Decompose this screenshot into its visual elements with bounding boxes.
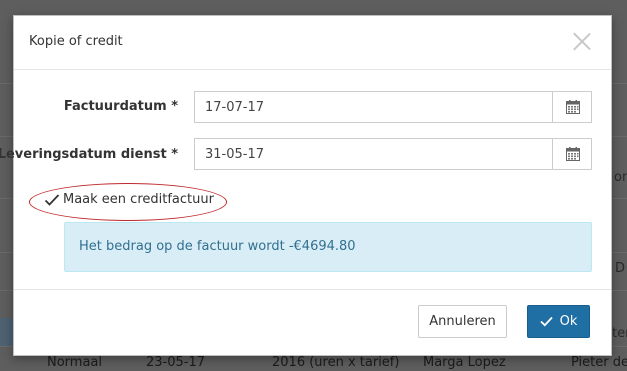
- bg-side-text: on: [614, 170, 627, 185]
- factuurdatum-label: Factuurdatum *: [63, 99, 178, 114]
- checkmark-icon: [44, 194, 60, 206]
- info-message: Het bedrag op de factuur wordt -€4694.80: [79, 239, 356, 254]
- dialog-header: Kopie of credit: [14, 16, 611, 70]
- leveringsdatum-field[interactable]: 31-05-17: [194, 138, 592, 170]
- bg-row-other: Pieter de: [571, 355, 627, 370]
- calendar-icon: [566, 147, 580, 161]
- info-alert: Het bedrag op de factuur wordt -€4694.80: [64, 222, 592, 272]
- checkmark-icon: [539, 316, 553, 327]
- bg-row-description: 2016 (uren x tarief): [272, 355, 400, 370]
- credit-invoice-label[interactable]: Maak een creditfactuur: [63, 192, 214, 207]
- bg-row-type: Normaal: [47, 355, 103, 370]
- ok-button-label: Ok: [559, 314, 578, 329]
- dialog-title: Kopie of credit: [29, 34, 123, 49]
- leveringsdatum-calendar-button[interactable]: [552, 139, 591, 169]
- close-icon[interactable]: [571, 30, 593, 52]
- bg-selected-row-marker: [0, 318, 14, 346]
- bg-row-date: 23-05-17: [146, 355, 206, 370]
- bg-row-person: Marga Lopez: [423, 355, 506, 370]
- bg-side-text: D: [615, 261, 626, 276]
- leveringsdatum-value[interactable]: 31-05-17: [205, 147, 264, 162]
- factuurdatum-field[interactable]: 17-07-17: [194, 91, 592, 123]
- ok-button[interactable]: Ok: [527, 305, 590, 338]
- factuurdatum-calendar-button[interactable]: [552, 92, 591, 122]
- dialog-footer: Annuleren Ok: [14, 289, 611, 355]
- bg-side-text: ter de: [612, 326, 627, 341]
- factuurdatum-value[interactable]: 17-07-17: [205, 100, 264, 115]
- leveringsdatum-label: Leveringsdatum dienst *: [0, 147, 178, 162]
- copy-or-credit-dialog: Kopie of credit Factuurdatum * 17-07-17 …: [0, 15, 612, 356]
- calendar-icon: [566, 100, 580, 114]
- cancel-button[interactable]: Annuleren: [418, 305, 507, 338]
